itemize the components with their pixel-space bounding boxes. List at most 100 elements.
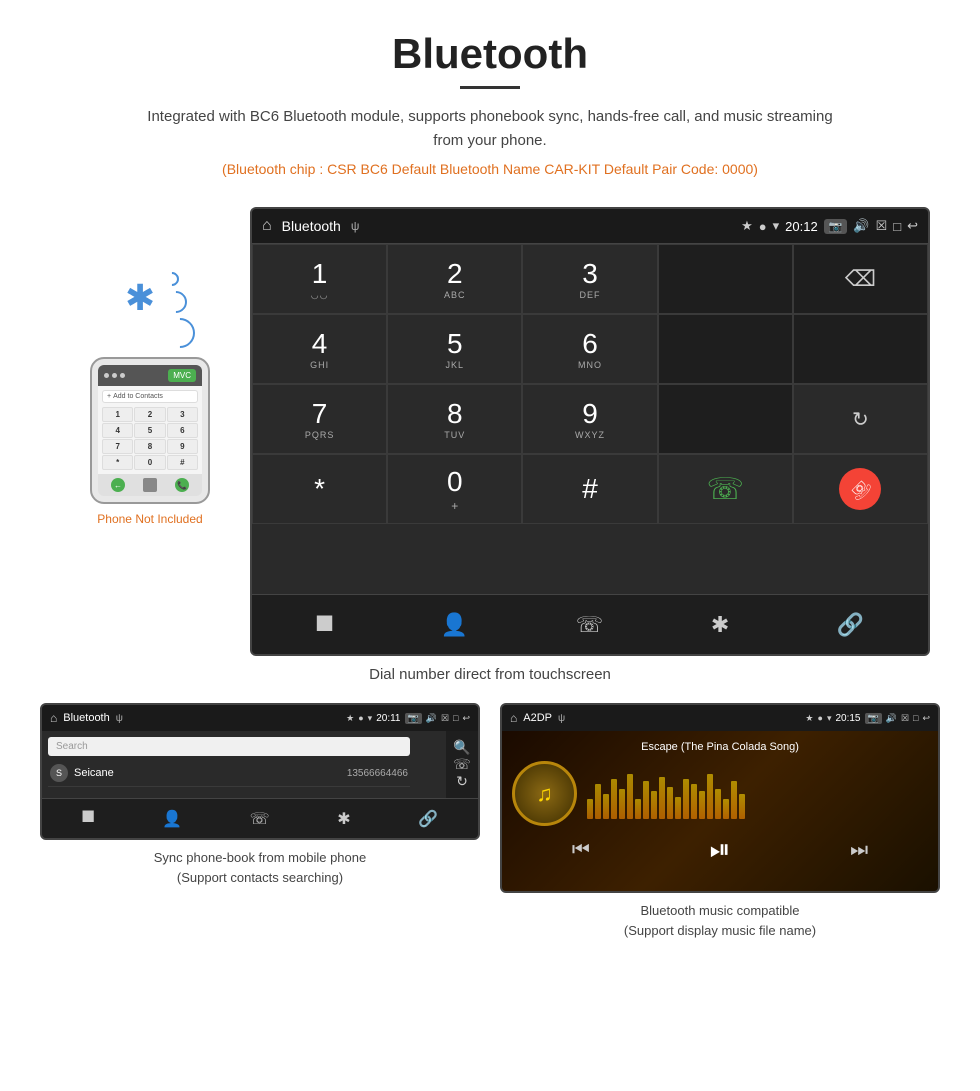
- music-car-screen: ⌂ A2DP ψ ★ ● ▾ 20:15 📷 🔊 ☒ □ ↩ E: [500, 703, 940, 893]
- dial-key-7[interactable]: 7 PQRS: [252, 384, 387, 454]
- volume-icon[interactable]: 🔊: [853, 218, 869, 234]
- music-note-icon: ♫: [536, 781, 553, 807]
- music-visualizer: [587, 769, 928, 819]
- phone-mockup: MVC + Add to Contacts 1 2 3 4 5 6 7 8 9: [90, 357, 210, 504]
- phone-section: ✱ MVC + Add to Contacts: [50, 207, 250, 526]
- bluetooth-icon: ✱: [125, 277, 155, 319]
- dial-key-3[interactable]: 3 DEF: [522, 244, 657, 314]
- phone-key-hash: #: [167, 455, 198, 470]
- phone-key-6: 6: [167, 423, 198, 438]
- dot-1: [104, 373, 109, 378]
- phone-back-btn: ←: [111, 478, 125, 492]
- next-track-icon[interactable]: ⏭: [850, 839, 868, 862]
- add-contact-bar: + Add to Contacts: [102, 390, 198, 403]
- pb-toolbar-phone-icon[interactable]: ☏: [250, 809, 270, 829]
- dial-backspace-cell[interactable]: ⌫: [793, 244, 928, 314]
- viz-bar: [603, 794, 609, 819]
- dial-key-hash[interactable]: #: [522, 454, 657, 524]
- viz-bar: [643, 781, 649, 819]
- pb-call-action-icon[interactable]: ☏: [453, 756, 471, 773]
- pb-vol-icon: 🔊: [426, 713, 437, 724]
- viz-bar: [627, 774, 633, 819]
- phonebook-statusbar: ⌂ Bluetooth ψ ★ ● ▾ 20:11 📷 🔊 ☒ □ ↩: [42, 705, 478, 731]
- bluetooth-toolbar-icon[interactable]: ✱: [711, 612, 729, 638]
- window-icon[interactable]: □: [893, 219, 901, 234]
- viz-bar: [587, 799, 593, 819]
- back-icon[interactable]: ↩: [907, 218, 918, 234]
- dial-key-star[interactable]: *: [252, 454, 387, 524]
- pb-wifi-icon: ▾: [368, 713, 373, 724]
- status-time: 20:12: [785, 219, 818, 234]
- phone-key-0: 0: [134, 455, 165, 470]
- music-caption: Bluetooth music compatible (Support disp…: [624, 901, 816, 940]
- music-home-icon[interactable]: ⌂: [510, 711, 517, 725]
- call-end-icon: ☏: [839, 468, 881, 510]
- pb-toolbar-apps-icon[interactable]: ⯀: [82, 810, 95, 828]
- pb-toolbar-bt-icon[interactable]: ✱: [337, 809, 350, 829]
- home-icon[interactable]: ⌂: [262, 217, 272, 235]
- dial-key-6[interactable]: 6 MNO: [522, 314, 657, 384]
- redial-icon: ↻: [852, 407, 869, 432]
- dial-key-2[interactable]: 2 ABC: [387, 244, 522, 314]
- dialpad-grid: 1 ◡◡ 2 ABC 3 DEF ⌫: [252, 243, 928, 594]
- bottom-screenshots: ⌂ Bluetooth ψ ★ ● ▾ 20:11 📷 🔊 ☒ □ ↩: [0, 703, 980, 940]
- camera-icon[interactable]: 📷: [824, 219, 848, 234]
- phone-keypad: 1 2 3 4 5 6 7 8 9 * 0 #: [102, 407, 198, 470]
- pb-loc-icon: ●: [358, 713, 363, 723]
- pb-toolbar-link-icon[interactable]: 🔗: [418, 809, 438, 829]
- location-icon: ●: [759, 219, 767, 234]
- dial-key-0[interactable]: 0 +: [387, 454, 522, 524]
- search-bar[interactable]: Search: [48, 737, 410, 756]
- dial-call-green-cell[interactable]: ☏: [658, 454, 793, 524]
- apps-grid-icon[interactable]: ⯀: [316, 612, 334, 638]
- music-song-title: Escape (The Pina Colada Song): [641, 741, 799, 753]
- music-album-art: ♫: [512, 761, 577, 826]
- main-screenshot-area: ✱ MVC + Add to Contacts: [0, 207, 980, 656]
- pb-home-icon[interactable]: ⌂: [50, 711, 57, 725]
- dial-redial-cell[interactable]: ↻: [793, 384, 928, 454]
- dial-key-1[interactable]: 1 ◡◡: [252, 244, 387, 314]
- close-icon[interactable]: ☒: [876, 218, 888, 234]
- link-icon[interactable]: 🔗: [837, 612, 864, 638]
- phone-key-3: 3: [167, 407, 198, 422]
- viz-bar: [731, 781, 737, 819]
- pb-toolbar-person-icon[interactable]: 👤: [162, 809, 182, 829]
- pb-search-action-icon[interactable]: 🔍: [453, 739, 470, 756]
- viz-bar: [707, 774, 713, 819]
- contact-initial: S: [50, 764, 68, 782]
- person-icon[interactable]: 👤: [441, 612, 468, 638]
- music-window-icon: □: [913, 713, 918, 723]
- pb-time: 20:11: [376, 713, 400, 724]
- viz-bar: [667, 787, 673, 819]
- dial-call-end-cell[interactable]: ☏: [793, 454, 928, 524]
- play-pause-icon[interactable]: ⏯: [710, 834, 731, 866]
- phone-key-9: 9: [167, 439, 198, 454]
- bluetooth-symbol-area: ✱: [105, 267, 195, 347]
- pb-close-icon: ☒: [441, 713, 449, 724]
- viz-bar: [659, 777, 665, 819]
- prev-track-icon[interactable]: ⏮: [572, 839, 590, 862]
- usb-icon: ψ: [351, 219, 360, 233]
- music-content-row: ♫: [512, 761, 928, 826]
- music-usb-icon: ψ: [558, 713, 565, 724]
- phone-icon[interactable]: ☏: [576, 612, 604, 638]
- contact-row[interactable]: S Seicane 13566664466: [48, 760, 410, 787]
- dial-key-8[interactable]: 8 TUV: [387, 384, 522, 454]
- phone-key-4: 4: [102, 423, 133, 438]
- dial-key-9[interactable]: 9 WXYZ: [522, 384, 657, 454]
- pb-refresh-action-icon[interactable]: ↻: [456, 773, 468, 790]
- dial-key-5[interactable]: 5 JKL: [387, 314, 522, 384]
- pb-window-icon: □: [453, 713, 458, 723]
- music-body: Escape (The Pina Colada Song) ♫ ⏮ ⏯ ⏭: [502, 731, 938, 891]
- title-underline: [460, 86, 520, 89]
- page-title: Bluetooth: [20, 30, 960, 78]
- dial-key-4[interactable]: 4 GHI: [252, 314, 387, 384]
- phonebook-screenshot-item: ⌂ Bluetooth ψ ★ ● ▾ 20:11 📷 🔊 ☒ □ ↩: [40, 703, 480, 940]
- music-bt-icon: ★: [805, 713, 813, 724]
- phone-signal-dots: [104, 373, 125, 378]
- music-statusbar: ⌂ A2DP ψ ★ ● ▾ 20:15 📷 🔊 ☒ □ ↩: [502, 705, 938, 731]
- arc-small: [162, 269, 182, 289]
- music-time: 20:15: [835, 713, 860, 724]
- arc-medium: [160, 286, 191, 317]
- phone-top-bar: MVC: [98, 365, 202, 386]
